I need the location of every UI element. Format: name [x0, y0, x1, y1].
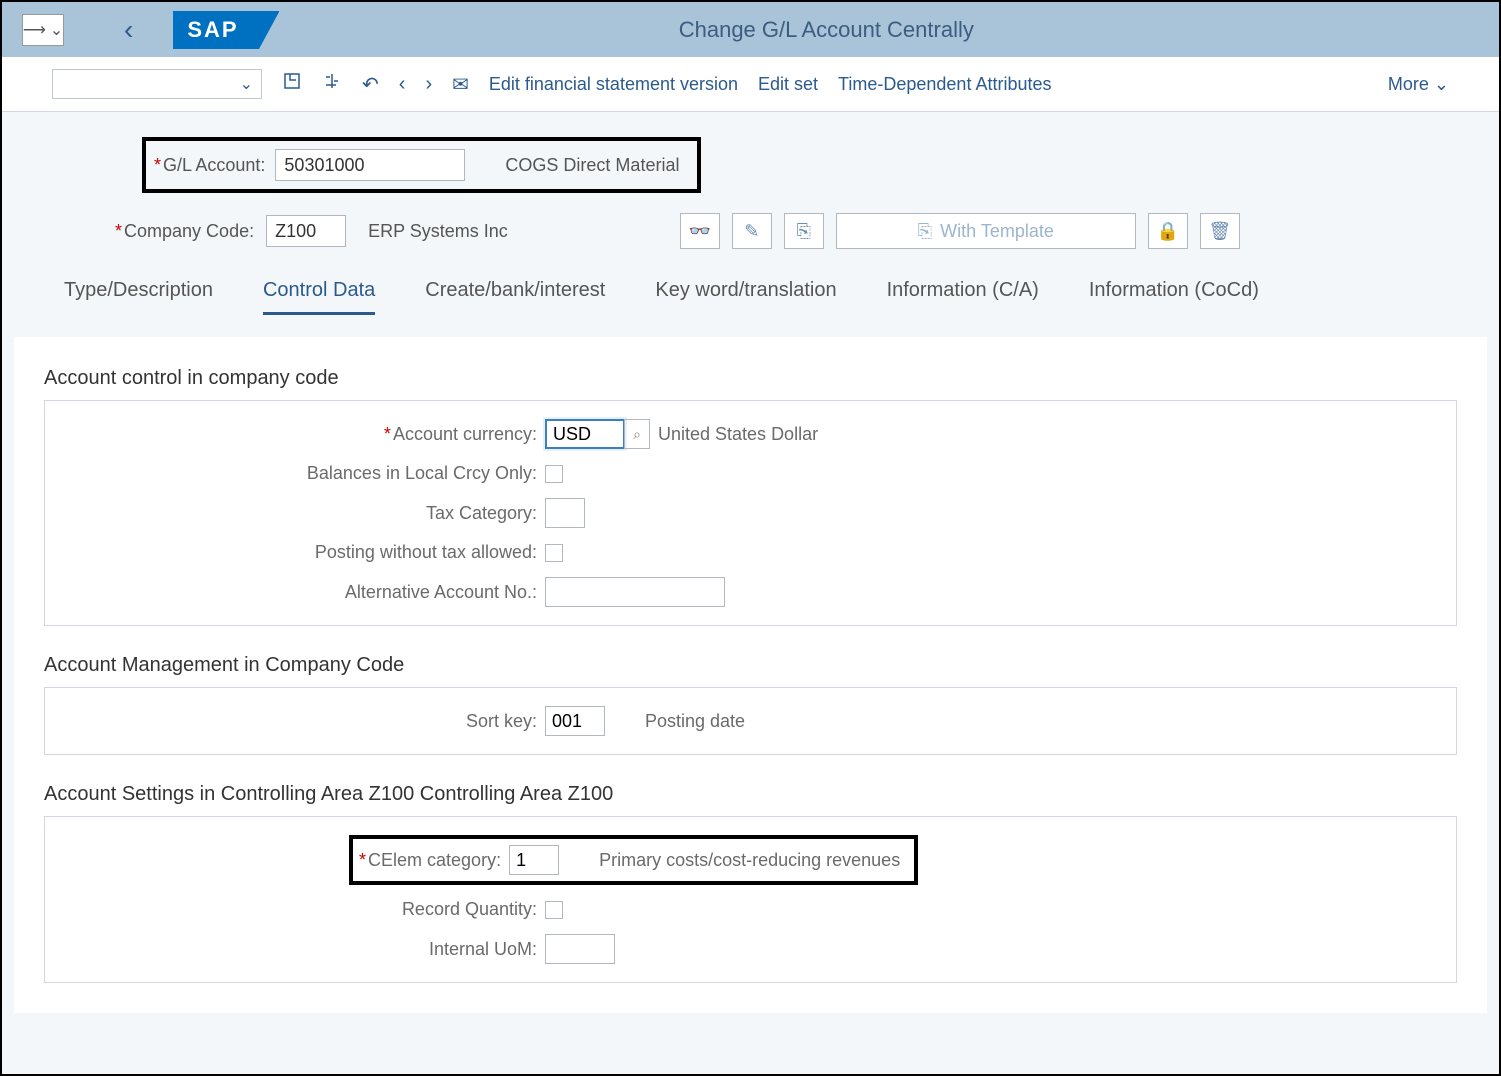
section-controlling: *CElem category: Primary costs/cost-redu…: [44, 816, 1457, 983]
tax-category-input[interactable]: [545, 498, 585, 528]
company-code-desc: ERP Systems Inc: [368, 221, 508, 242]
undo-icon[interactable]: ↶: [362, 72, 379, 97]
account-currency-label: *Account currency:: [65, 424, 545, 445]
section-account-control-title: Account control in company code: [44, 367, 1457, 390]
mail-icon[interactable]: ✉: [452, 72, 469, 97]
internal-uom-input[interactable]: [545, 934, 615, 964]
company-code-row: *Company Code: ERP Systems Inc 👓 ✎ ⎘ ⎘ W…: [115, 213, 1449, 249]
sort-key-input[interactable]: [545, 706, 605, 736]
internal-uom-label: Internal UoM:: [65, 939, 545, 960]
sap-logo: SAP: [173, 11, 258, 49]
trash-icon: 🗑: [1208, 221, 1231, 242]
record-quantity-label: Record Quantity:: [65, 899, 545, 920]
celem-desc: Primary costs/cost-reducing revenues: [599, 850, 900, 871]
tab-control-data[interactable]: Control Data: [263, 279, 375, 315]
header-fields: *G/L Account: COGS Direct Material *Comp…: [52, 137, 1449, 249]
internal-uom-line: Internal UoM:: [65, 934, 1436, 964]
sort-key-line: Sort key: Posting date: [65, 706, 1436, 736]
company-code-input[interactable]: [266, 215, 346, 247]
command-field-toggle[interactable]: ⟶ ⌄: [22, 14, 64, 46]
tab-panel: Account control in company code *Account…: [14, 337, 1487, 1013]
alt-account-input[interactable]: [545, 577, 725, 607]
account-currency-line: *Account currency: ⌕ United States Dolla…: [65, 419, 1436, 449]
glasses-icon: 👓: [689, 221, 711, 242]
tab-information-ca[interactable]: Information (C/A): [887, 279, 1039, 315]
lock-icon: 🔒: [1157, 221, 1179, 242]
chevron-down-icon: ⌄: [240, 74, 253, 94]
tax-category-line: Tax Category:: [65, 498, 1436, 528]
edit-set-link[interactable]: Edit set: [758, 74, 818, 95]
section-account-mgmt: Sort key: Posting date: [44, 687, 1457, 755]
more-menu[interactable]: More ⌄: [1388, 74, 1449, 95]
with-template-button[interactable]: ⎘ With Template: [836, 213, 1136, 249]
section-account-control: *Account currency: ⌕ United States Dolla…: [44, 400, 1457, 626]
arrow-icon: ⟶: [23, 20, 46, 40]
record-quantity-line: Record Quantity:: [65, 899, 1436, 920]
gl-account-desc: COGS Direct Material: [505, 155, 679, 176]
tab-information-cocd[interactable]: Information (CoCd): [1089, 279, 1259, 315]
delete-button[interactable]: 🗑: [1200, 213, 1240, 249]
search-icon: ⌕: [633, 426, 641, 443]
sap-window: ⟶ ⌄ ‹ SAP Change G/L Account Centrally ⌄…: [0, 0, 1501, 1076]
sort-key-label: Sort key:: [65, 711, 545, 732]
celem-category-line: *CElem category: Primary costs/cost-redu…: [65, 835, 1436, 885]
chevron-down-icon: ⌄: [1434, 74, 1449, 94]
gl-account-input[interactable]: [275, 149, 465, 181]
section-account-mgmt-title: Account Management in Company Code: [44, 654, 1457, 677]
currency-search-help[interactable]: ⌕: [624, 419, 650, 449]
balances-local-checkbox[interactable]: [545, 465, 563, 483]
currency-desc: United States Dollar: [658, 424, 818, 445]
gl-account-row: *G/L Account: COGS Direct Material: [142, 137, 701, 193]
document-icon: ⎘: [918, 221, 932, 242]
titlebar-left: ⟶ ⌄ ‹ SAP: [22, 11, 259, 49]
next-icon[interactable]: ›: [425, 73, 432, 96]
edit-financial-link[interactable]: Edit financial statement version: [489, 74, 738, 95]
transaction-dropdown[interactable]: ⌄: [52, 69, 262, 99]
account-currency-input[interactable]: [545, 419, 625, 449]
tab-type-description[interactable]: Type/Description: [64, 279, 213, 315]
posting-tax-line: Posting without tax allowed:: [65, 542, 1436, 563]
copy-button[interactable]: ⎘: [784, 213, 824, 249]
lock-button[interactable]: 🔒: [1148, 213, 1188, 249]
section-controlling-title: Account Settings in Controlling Area Z10…: [44, 783, 1457, 806]
pencil-icon: ✎: [744, 221, 759, 242]
with-template-label: With Template: [940, 221, 1054, 242]
sort-key-desc: Posting date: [645, 711, 745, 732]
celem-label: *CElem category:: [359, 850, 501, 871]
company-code-label: *Company Code:: [115, 221, 254, 242]
balances-local-label: Balances in Local Crcy Only:: [65, 463, 545, 484]
save-icon[interactable]: [282, 71, 302, 97]
prev-icon[interactable]: ‹: [399, 73, 406, 96]
posting-tax-label: Posting without tax allowed:: [65, 542, 545, 563]
back-button[interactable]: ‹: [124, 14, 133, 46]
tab-create-bank-interest[interactable]: Create/bank/interest: [425, 279, 605, 315]
tabstrip: Type/Description Control Data Create/ban…: [52, 249, 1449, 315]
gl-account-label: *G/L Account:: [154, 155, 265, 176]
celem-category-input[interactable]: [509, 845, 559, 875]
display-button[interactable]: 👓: [680, 213, 720, 249]
time-dependent-link[interactable]: Time-Dependent Attributes: [838, 74, 1051, 95]
document-icon: ⎘: [797, 221, 811, 242]
record-quantity-checkbox[interactable]: [545, 901, 563, 919]
chevron-down-icon: ⌄: [50, 20, 63, 40]
alt-account-label: Alternative Account No.:: [65, 582, 545, 603]
balances-local-line: Balances in Local Crcy Only:: [65, 463, 1436, 484]
toolbar: ⌄ ↶ ‹ › ✉ Edit financial statement versi…: [2, 57, 1499, 112]
tab-keyword-translation[interactable]: Key word/translation: [655, 279, 836, 315]
celem-highlight-box: *CElem category: Primary costs/cost-redu…: [349, 835, 918, 885]
action-icons: 👓 ✎ ⎘ ⎘ With Template 🔒 🗑: [680, 213, 1240, 249]
titlebar: ⟶ ⌄ ‹ SAP Change G/L Account Centrally: [2, 2, 1499, 57]
alt-account-line: Alternative Account No.:: [65, 577, 1436, 607]
edit-button[interactable]: ✎: [732, 213, 772, 249]
window-title: Change G/L Account Centrally: [174, 17, 1479, 43]
form-area: *G/L Account: COGS Direct Material *Comp…: [2, 112, 1499, 325]
tax-category-label: Tax Category:: [65, 503, 545, 524]
posting-tax-checkbox[interactable]: [545, 544, 563, 562]
settings-icon[interactable]: [322, 71, 342, 97]
